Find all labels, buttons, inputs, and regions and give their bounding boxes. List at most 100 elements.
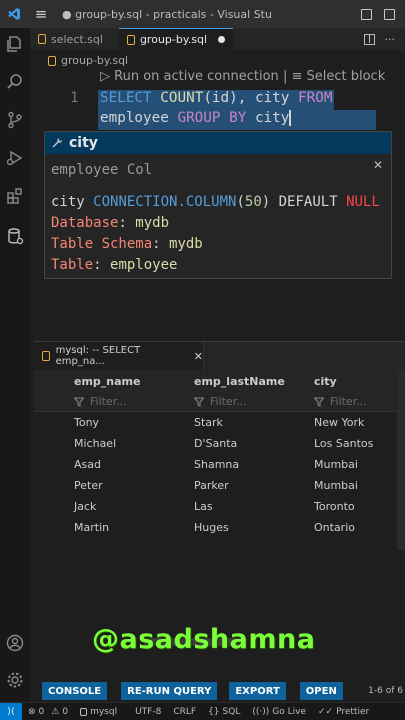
column-header[interactable]: city [274,375,405,388]
remote-icon[interactable]: ⟩⟨ [0,702,22,720]
table-cell[interactable]: New York [274,416,405,429]
unsaved-dot-icon[interactable] [218,36,226,43]
table-cell[interactable]: Michael [34,437,154,450]
filter-row: Filter... Filter... Filter... [34,392,405,412]
text-cursor [289,110,291,126]
database-icon[interactable] [5,226,25,246]
tab-label: group-by.sql [139,33,208,46]
breadcrumb-file: group-by.sql [61,54,129,67]
menu-icon[interactable]: ≡ [28,5,54,23]
language-status[interactable]: {} SQL [202,707,246,717]
filter-icon [74,397,84,407]
table-cell[interactable]: Los Santos [274,437,405,450]
suggestion-label: city [69,135,98,151]
table-row[interactable]: Martin Huges Ontario [34,517,405,538]
column-header[interactable]: emp_lastName [154,375,285,388]
filter-emp-lastname[interactable]: Filter... [154,395,274,408]
connection-status[interactable]: mysql [74,707,123,717]
database-file-icon [126,34,135,45]
database-file-icon [48,55,56,66]
table-row[interactable]: Peter Parker Mumbai [34,475,405,496]
column-header[interactable]: emp_name [34,375,154,388]
filter-icon [194,397,204,407]
more-actions-icon[interactable]: ··· [385,33,396,46]
table-cell[interactable]: Stark [154,416,274,429]
table-row[interactable]: Tony Stark New York [34,412,405,433]
table-cell[interactable]: Asad [34,458,154,471]
table-cell[interactable]: Shamna [154,458,274,471]
panel-toggle-icon[interactable] [384,8,395,20]
suggestion-item-city[interactable]: city [45,132,391,154]
eol-status[interactable]: CRLF [167,707,202,717]
line-number: 1 [70,90,79,106]
tab-label: select.sql [51,32,103,46]
console-button[interactable]: CONSOLE [42,682,108,700]
code-column: city [246,110,290,126]
open-button[interactable]: OPEN [299,682,343,700]
title-bar: ≡ ● group-by.sql - practicals - Visual S… [0,0,405,28]
table-cell[interactable]: Tony [34,416,154,429]
tab-select-sql[interactable]: select.sql [30,28,111,50]
filter-icon [314,397,324,407]
explorer-icon[interactable] [5,34,25,54]
editor-tabs: select.sql group-by.sql ··· [30,28,405,50]
fn-count: COUNT [160,90,204,106]
table-cell[interactable]: Mumbai [274,479,405,492]
extensions-icon[interactable] [5,186,25,206]
table-cell[interactable]: D'Santa [154,437,274,450]
table-cell[interactable]: Parker [154,479,274,492]
database-icon [80,707,88,716]
export-button[interactable]: EXPORT [229,682,286,700]
broadcast-icon: ((·)) [252,706,270,717]
error-icon: ⊗ [28,706,36,717]
go-live-button[interactable]: ((·)) Go Live [246,707,312,717]
results-tab[interactable]: mysql: -- SELECT emp_na... ✕ [34,342,204,370]
window-title: ● group-by.sql - practicals - Visual Stu [62,7,272,21]
breadcrumb[interactable]: group-by.sql [48,54,128,67]
problems-indicator[interactable]: ⊗ 0 ⚠ 0 [22,707,74,717]
code-line-1[interactable]: SELECT COUNT(id), city FROM [98,90,335,110]
close-icon[interactable]: ✕ [373,158,383,172]
rerun-query-button[interactable]: RE-RUN QUERY [121,682,218,700]
table-cell[interactable]: Jack [34,500,154,513]
vertical-scrollbar[interactable] [397,370,405,550]
table-cell[interactable]: Huges [154,521,274,534]
table-cell[interactable]: Toronto [274,500,405,513]
pager: 1-6 of 6 [368,686,403,696]
table-row[interactable]: Asad Shamna Mumbai [34,454,405,475]
run-debug-icon[interactable] [5,148,25,168]
account-icon[interactable] [5,633,25,653]
table-cell[interactable]: Mumbai [274,458,405,471]
table-row[interactable]: Michael D'Santa Los Santos [34,433,405,454]
encoding-status[interactable]: UTF-8 [129,707,167,717]
codelens: ▷ Run on active connection | ≡ Select bl… [100,69,385,84]
select-block-link[interactable]: ≡ Select block [291,69,385,84]
vscode-logo-icon [0,7,28,21]
settings-gear-icon[interactable] [5,670,25,690]
source-control-icon[interactable] [5,110,25,130]
filter-emp-name[interactable]: Filter... [34,395,154,408]
table-cell[interactable]: Ontario [274,521,405,534]
results-tab-label: mysql: -- SELECT emp_na... [55,345,141,367]
tab-group-by-sql[interactable]: group-by.sql [118,28,234,50]
warning-icon: ⚠ [51,706,60,717]
split-editor-icon[interactable] [363,33,375,45]
suggestion-widget: city employee Col ✕ city CONNECTION.COLU… [44,131,392,279]
grid-header: emp_name emp_lastName city [34,370,405,392]
layout-toggle-icon[interactable] [361,8,372,20]
table-cell[interactable]: Martin [34,521,154,534]
kw-from: FROM [298,90,333,106]
close-tab-icon[interactable]: ✕ [194,350,203,363]
code-table: employee [100,110,178,126]
panel-tab-strip [204,342,405,370]
table-cell[interactable]: Peter [34,479,154,492]
status-bar: ⟩⟨ ⊗ 0 ⚠ 0 mysql UTF-8 CRLF {} SQL ((·)) Go … [0,702,405,720]
code-line-2[interactable]: employee GROUP BY city [98,110,376,130]
table-cell[interactable]: Las [154,500,274,513]
prettier-status[interactable]: ✓✓ Prettier [312,707,375,717]
run-connection-link[interactable]: ▷ Run on active connection [100,69,279,84]
filter-city[interactable]: Filter... [274,395,405,408]
table-row[interactable]: Jack Las Toronto [34,496,405,517]
search-icon[interactable] [5,72,25,92]
